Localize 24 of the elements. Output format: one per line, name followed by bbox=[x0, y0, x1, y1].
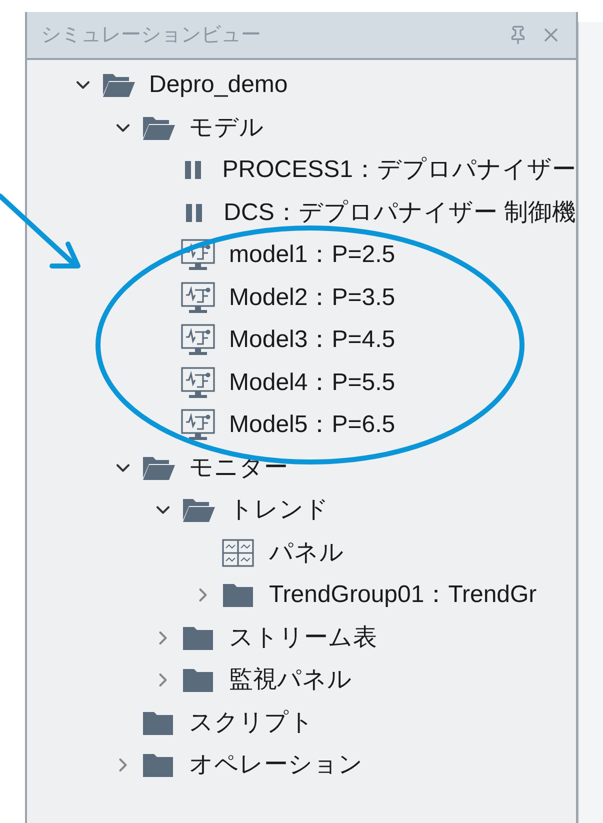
tree-item-label[interactable]: TrendGroup01：TrendGr bbox=[269, 577, 537, 614]
monitor-schematic-icon bbox=[181, 282, 215, 314]
panel-title: シミュレーションビュー bbox=[41, 23, 261, 48]
tree-item-label[interactable]: モデル bbox=[189, 110, 264, 146]
tree-item-label[interactable]: Model5：P=6.5 bbox=[229, 407, 396, 444]
tree-item-label[interactable]: モニター bbox=[189, 450, 288, 486]
tree-item-label[interactable]: オペレーション bbox=[189, 747, 363, 784]
tree-item-label[interactable]: スクリプト bbox=[189, 704, 314, 741]
monitor-schematic-icon bbox=[181, 409, 215, 442]
tree-item-label[interactable]: Depro_demo bbox=[149, 67, 288, 104]
tree-item-label[interactable]: トレンド bbox=[229, 492, 329, 528]
monitor-schematic-icon bbox=[181, 324, 215, 356]
tree-item-label[interactable]: Model2：P=3.5 bbox=[229, 280, 396, 316]
tree-item-label[interactable]: Model3：P=4.5 bbox=[229, 322, 396, 358]
monitor-schematic-icon bbox=[181, 366, 215, 399]
tree-item-label[interactable]: パネル bbox=[269, 534, 344, 571]
tree-item-label[interactable]: DCS：デプロパナイザー 制御機 bbox=[224, 194, 576, 231]
tree-item-label[interactable]: 監視パネル bbox=[229, 662, 352, 698]
tree-item-label[interactable]: model1：P=2.5 bbox=[229, 237, 396, 274]
tree-item-label[interactable]: PROCESS1：デプロパナイザー bbox=[222, 152, 576, 188]
monitor-schematic-icon bbox=[181, 239, 215, 272]
tree-item-label[interactable]: Model4：P=5.5 bbox=[229, 364, 396, 401]
tree-item-label[interactable]: ストリーム表 bbox=[229, 620, 377, 656]
grid-panel-icon bbox=[222, 538, 254, 567]
